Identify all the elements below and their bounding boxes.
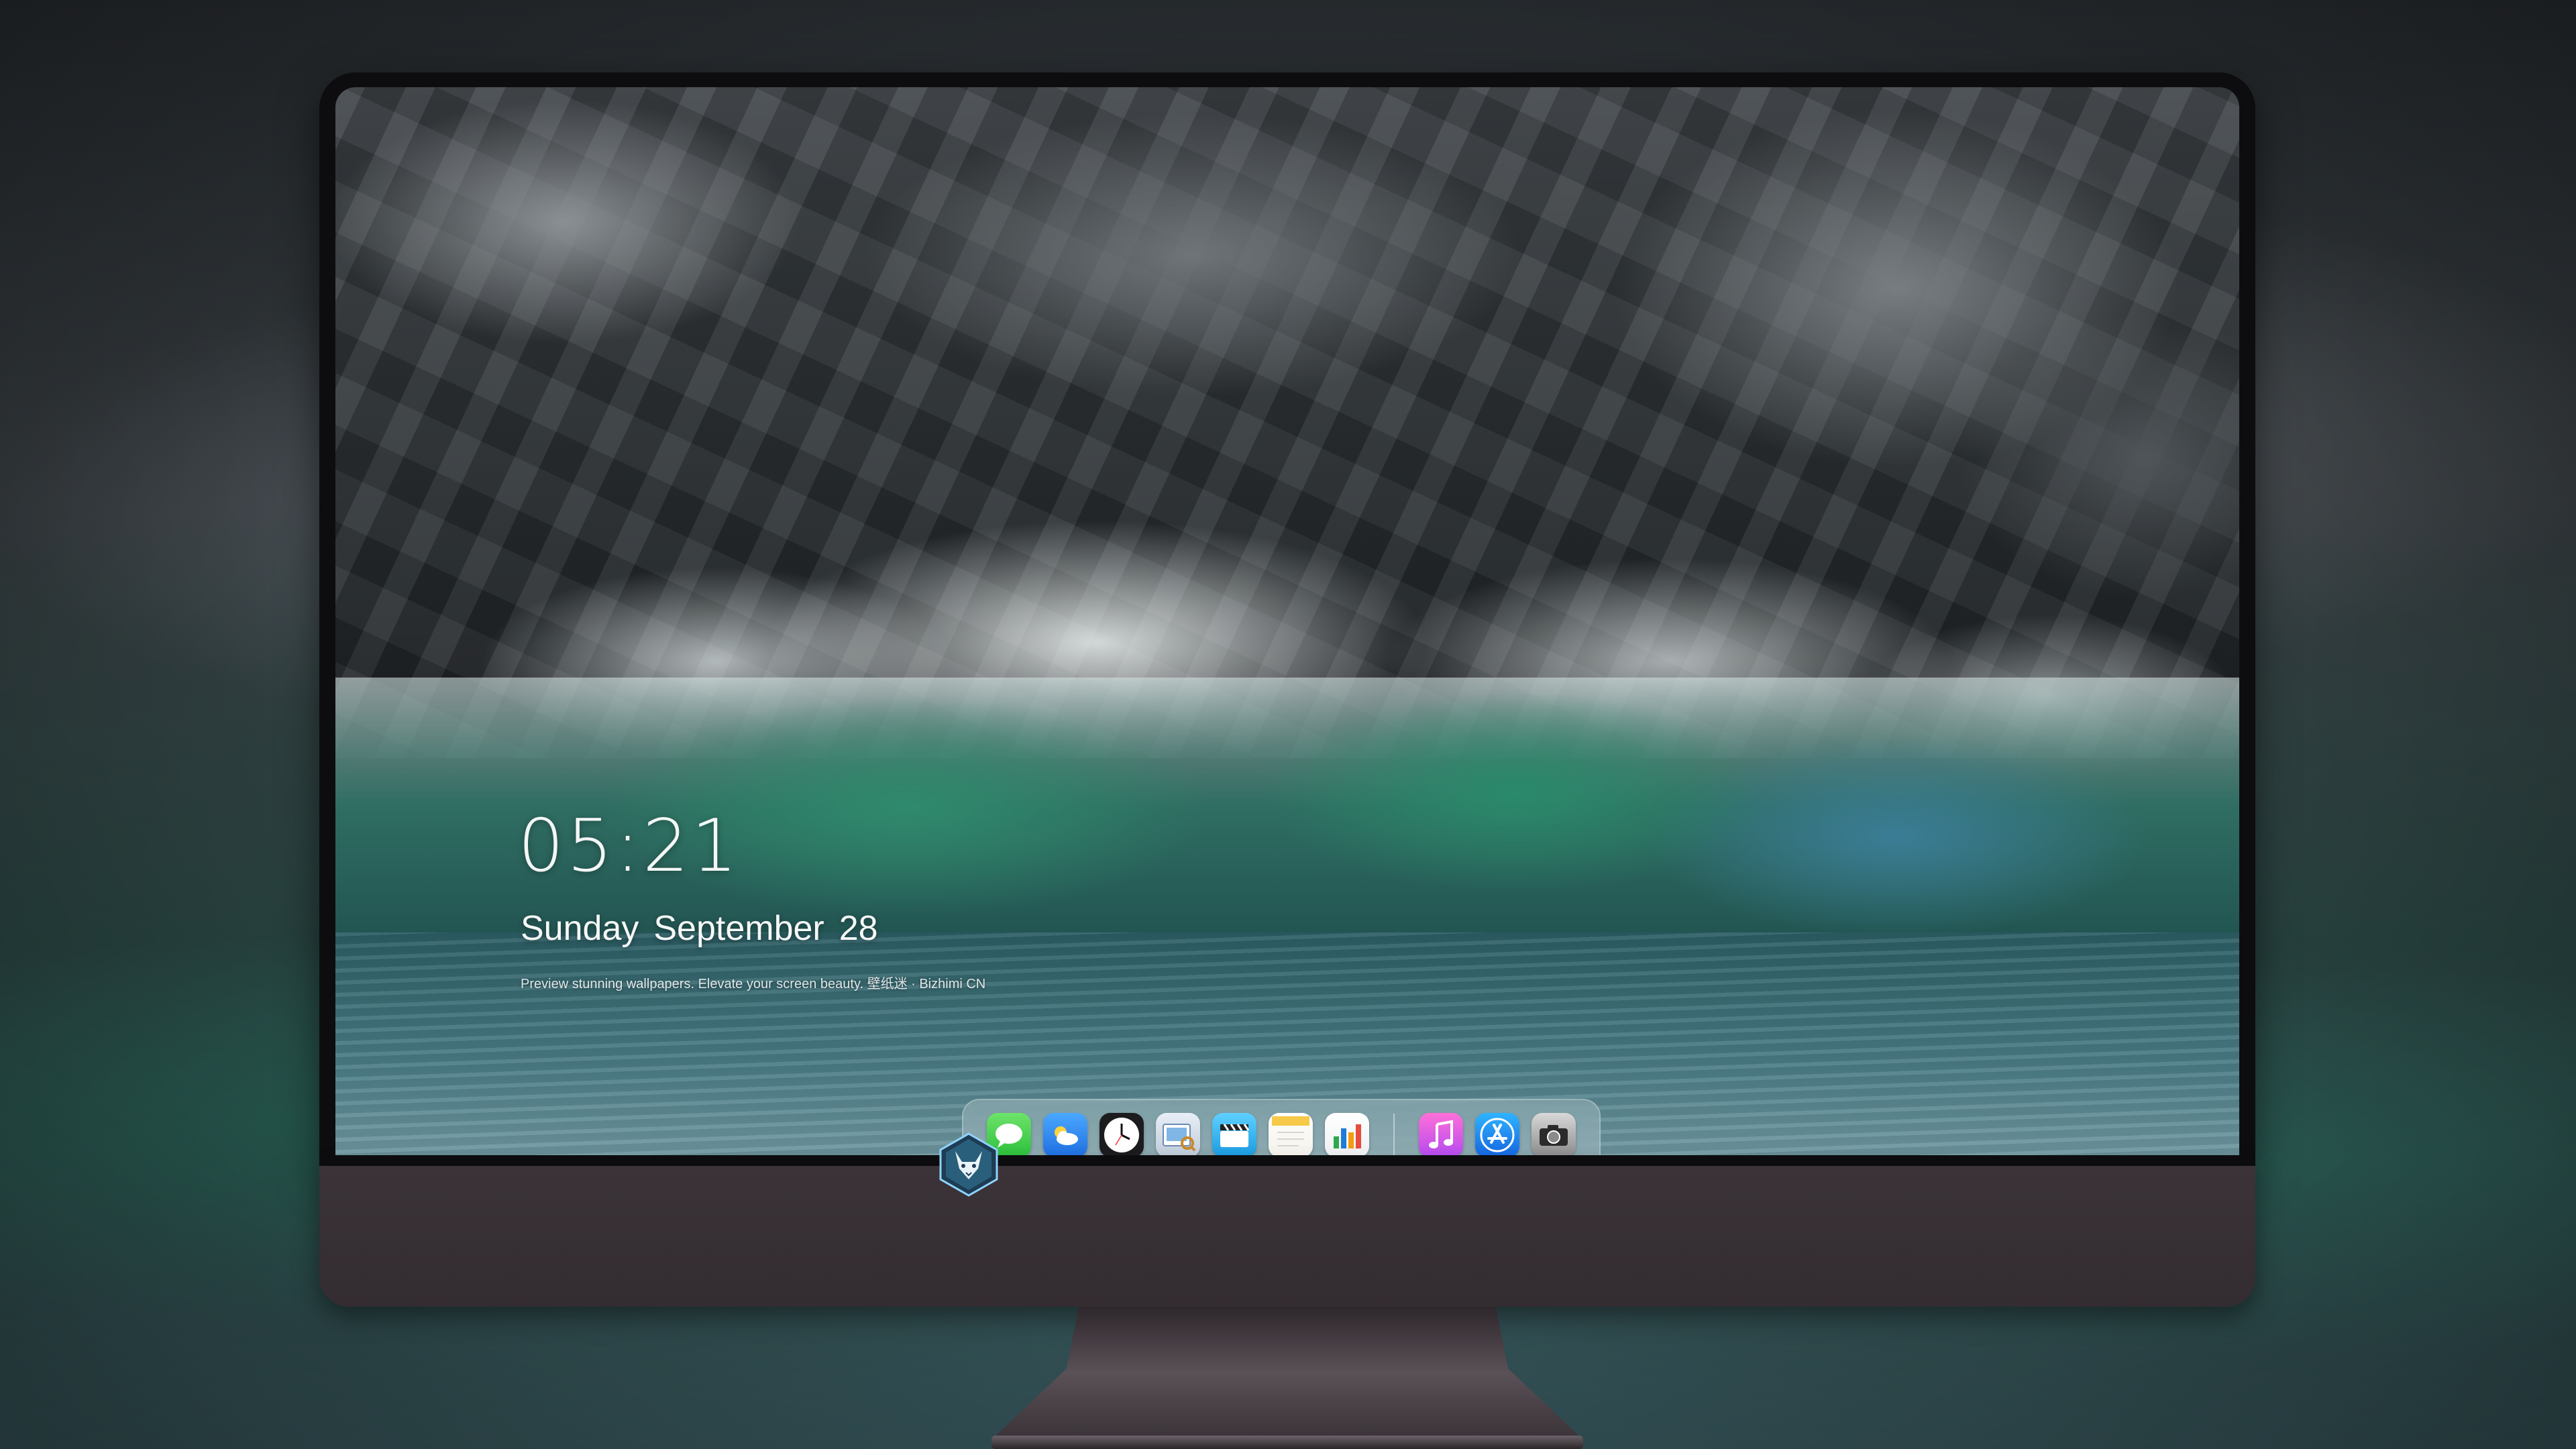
weather-icon[interactable] [1043, 1113, 1087, 1155]
monitor-chin [319, 1166, 2255, 1307]
monitor-stand [991, 1307, 1583, 1449]
camera-icon[interactable] [1532, 1113, 1576, 1155]
screen: 05:21 Sunday September 28 Preview stunning… [335, 87, 2239, 1155]
lockscreen-date: Sunday September 28 [521, 911, 893, 946]
date-month: September [653, 909, 824, 948]
music-note-icon[interactable] [1419, 1113, 1463, 1155]
monitor-bezel: 05:21 Sunday September 28 Preview stunning… [319, 72, 2255, 1166]
fox-logo-icon [939, 1132, 998, 1197]
preview-icon[interactable] [1156, 1113, 1200, 1155]
wallpaper-caption[interactable]: Preview stunning wallpapers. Elevate you… [521, 973, 985, 992]
notes-icon[interactable] [1269, 1113, 1313, 1155]
numbers-icon[interactable] [1325, 1113, 1369, 1155]
clapperboard-icon[interactable] [1212, 1113, 1256, 1155]
date-weekday: Sunday [521, 909, 639, 948]
dock [962, 1099, 1601, 1155]
date-day: 28 [839, 909, 878, 948]
dock-separator [1393, 1114, 1395, 1155]
lockscreen-clock: 05:21 [518, 804, 741, 888]
monitor: 05:21 Sunday September 28 Preview stunning… [319, 72, 2255, 1307]
app-store-icon[interactable] [1475, 1113, 1519, 1155]
clock-icon[interactable] [1099, 1113, 1144, 1155]
